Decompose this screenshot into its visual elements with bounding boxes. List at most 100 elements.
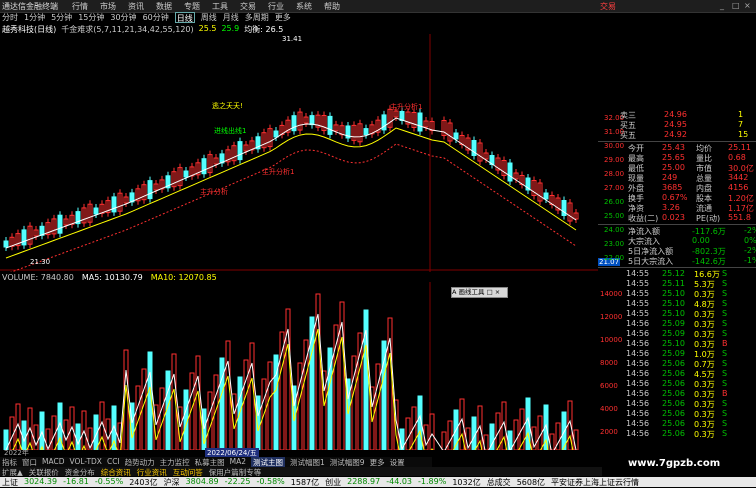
menu-item-industry[interactable]: 行业 — [268, 1, 284, 12]
menu-item-system[interactable]: 系统 — [296, 1, 312, 12]
quote-field-row: 最低 25.00 市值 30.0亿 — [598, 163, 756, 173]
candle-body — [327, 115, 333, 135]
tick-price: 25.06 — [662, 429, 685, 438]
tab-trend-power[interactable]: 趋势动力 — [125, 457, 155, 467]
tab-settings[interactable]: 设置 — [390, 457, 405, 467]
candlestick-chart[interactable] — [0, 34, 598, 272]
flow-label: 5日大宗流入 — [628, 257, 674, 266]
tick-side: S — [722, 369, 728, 378]
volume-bar — [21, 420, 27, 450]
tick-volume: 0.3万 — [694, 430, 715, 439]
period-60min[interactable]: 60分钟 — [143, 12, 169, 23]
period-daily[interactable]: 日线 — [174, 12, 195, 23]
sh-label[interactable]: 上证 — [2, 477, 18, 487]
tab-user-note[interactable]: 保用户篇制专等 — [209, 467, 262, 477]
menu-item-market[interactable]: 市场 — [100, 1, 116, 12]
close-button[interactable]: × — [744, 1, 751, 10]
tick-price: 25.10 — [662, 299, 685, 308]
period-30min[interactable]: 30分钟 — [110, 12, 136, 23]
bottom-tabs: 扩展▲ 关联报价 资金分布 综合资讯 行业资讯 互动问答 保用户篇制专等 — [0, 467, 602, 477]
tick-price: 25.06 — [662, 389, 685, 398]
volume-bar — [219, 357, 225, 450]
field-label: 收益(二) — [628, 214, 659, 223]
sz-label[interactable]: 沪深 — [164, 477, 180, 487]
tab-test-sub9[interactable]: 测试幅图9 — [330, 457, 365, 467]
menu-item-help[interactable]: 帮助 — [324, 1, 340, 12]
quote-field-row: 净资 3.26 流通 1.17亿 — [598, 203, 756, 213]
period-monthly[interactable]: 月线 — [223, 12, 239, 23]
volume-bar — [33, 424, 39, 450]
field-value: 25.11 — [728, 143, 751, 152]
indicator-name: 千金难求(5,7,11,21,34,42,55,120) — [61, 25, 194, 34]
app-title: 通达信金融终端 — [2, 2, 58, 11]
tab-main-monitor[interactable]: 主力监控 — [160, 457, 190, 467]
tick-time: 14:56 — [626, 339, 650, 348]
period-weekly[interactable]: 周线 — [201, 12, 217, 23]
period-5min[interactable]: 5分钟 — [51, 12, 72, 23]
quote-field-row: 收益(二) 0.023 PE(动) 551.8 — [598, 213, 756, 223]
period-15min[interactable]: 15分钟 — [78, 12, 104, 23]
tab-ma2[interactable]: MA2 — [230, 457, 246, 467]
tick-price: 25.06 — [662, 399, 685, 408]
field-value: 3442 — [728, 173, 749, 182]
menu-item-tools[interactable]: 工具 — [212, 1, 228, 12]
ask-price: 24.95 — [664, 120, 687, 129]
signal-label-main-rise-1: 主升分析1 — [262, 168, 295, 176]
menu-item-quotes[interactable]: 行情 — [72, 1, 88, 12]
quote-field-row: 最高 25.65 量比 0.68 — [598, 153, 756, 163]
period-multi[interactable]: 多周期 — [245, 12, 269, 23]
period-intraday[interactable]: 分时 — [2, 12, 18, 23]
order-book-row: 买五 24.92 15 — [598, 130, 756, 140]
field-value: 0.67% — [662, 193, 688, 202]
tab-indicator[interactable]: 指标 — [2, 457, 17, 467]
tick-time: 14:56 — [626, 399, 650, 408]
drawing-tool-button[interactable]: A 画线工具 □ × — [451, 287, 508, 298]
tick-time: 14:56 — [626, 419, 650, 428]
tab-industry-news[interactable]: 行业资讯 — [137, 467, 167, 477]
tab-test-main[interactable]: 测试主图 — [251, 457, 286, 467]
legend-value-3: 均衡: 26.5 — [244, 25, 284, 34]
tick-row: 14:55 25.12 16.6万 S — [598, 269, 756, 279]
menu-item-trade[interactable]: 交易 — [240, 1, 256, 12]
tab-more[interactable]: 更多 — [370, 457, 385, 467]
minimize-button[interactable]: _ — [720, 1, 724, 10]
signal-label-main-rise-3: 主升分析1 — [390, 103, 423, 111]
volume-bar — [225, 340, 231, 450]
flow-value: 0.00 — [692, 236, 710, 245]
cy-label[interactable]: 创业 — [325, 477, 341, 487]
total-amount: 5608亿 — [516, 478, 546, 487]
tick-side: S — [722, 289, 728, 298]
menu-item-data[interactable]: 数据 — [156, 1, 172, 12]
tick-row: 14:55 25.10 0.3万 S — [598, 309, 756, 319]
tab-capital-dist[interactable]: 资金分布 — [65, 467, 95, 477]
volume-value: VOLUME: 7840.80 — [2, 273, 74, 282]
sz-value: 3804.89 — [185, 477, 219, 486]
menu-item-news[interactable]: 资讯 — [128, 1, 144, 12]
volume-bar — [357, 332, 363, 450]
tab-vol-tdx[interactable]: VOL-TDX — [69, 457, 101, 467]
tab-macd[interactable]: MACD — [42, 457, 64, 467]
tab-test-sub1[interactable]: 测试幅图1 — [290, 457, 325, 467]
tab-expand[interactable]: 扩展▲ — [2, 467, 23, 477]
volume-chart[interactable] — [0, 282, 598, 450]
tab-private-main[interactable]: 私募主图 — [195, 457, 225, 467]
tick-side: S — [722, 319, 728, 328]
tab-qa[interactable]: 互动问答 — [173, 467, 203, 477]
volume-bar — [429, 413, 435, 450]
sh-value: 3024.39 — [24, 477, 58, 486]
tab-related-quotes[interactable]: 关联报价 — [29, 467, 59, 477]
tab-general-news[interactable]: 综合资讯 — [101, 467, 131, 477]
tick-side: B — [722, 339, 728, 348]
tab-window[interactable]: 窗口 — [22, 457, 37, 467]
flow-pct: -1% — [744, 256, 756, 265]
divider — [598, 267, 756, 268]
tab-cci[interactable]: CCI — [107, 457, 120, 467]
period-more[interactable]: 更多 — [275, 12, 291, 23]
flow-value: -142.6万 — [692, 257, 726, 266]
menu-item-topics[interactable]: 专题 — [184, 1, 200, 12]
tick-time: 14:55 — [626, 309, 650, 318]
period-1min[interactable]: 1分钟 — [24, 12, 45, 23]
volume-bar — [441, 431, 447, 450]
maximize-button[interactable]: □ — [732, 1, 740, 10]
trade-link[interactable]: 交易 — [600, 1, 616, 12]
